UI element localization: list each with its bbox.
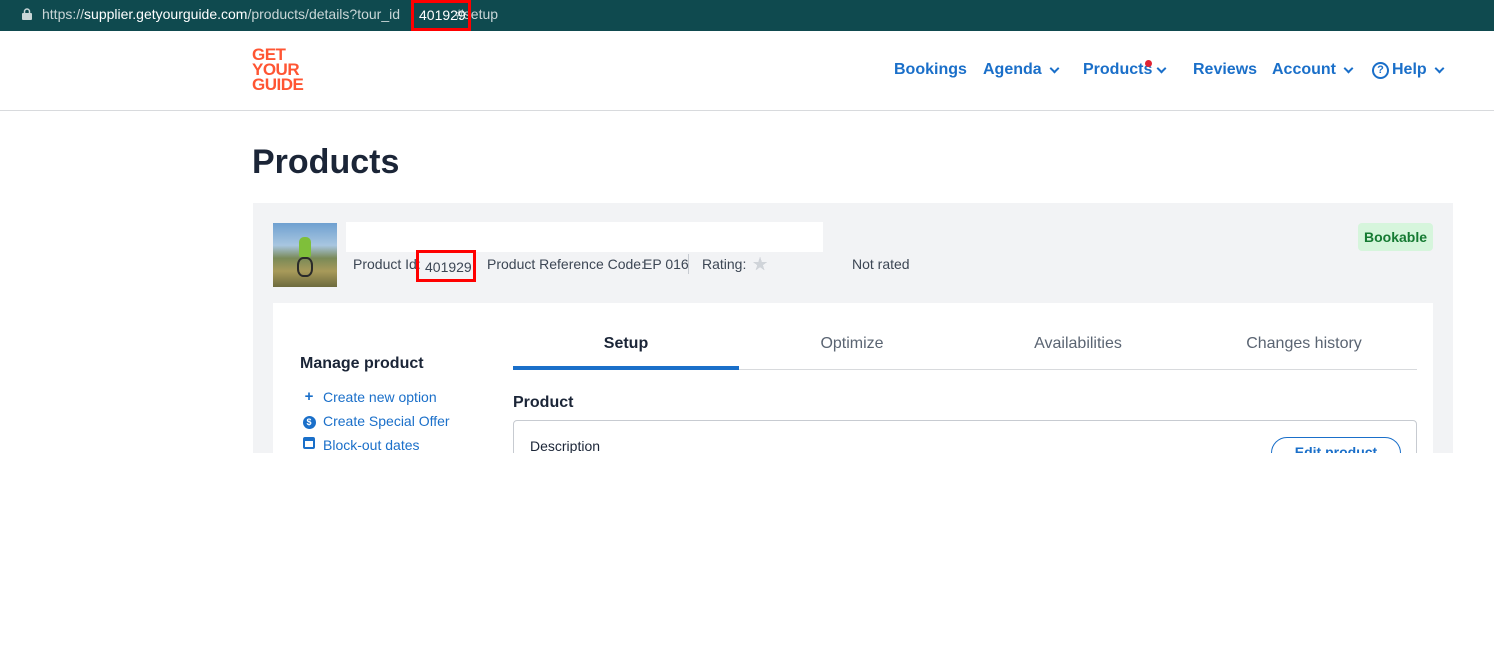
edit-product-button[interactable]: Edit product [1271,437,1401,453]
manage-product-title: Manage product [300,355,424,372]
chevron-down-icon [1434,63,1445,73]
chevron-down-icon [1343,63,1354,73]
page-title: Products [252,143,400,181]
product-tabs: Setup Optimize Availabilities Changes hi… [513,323,1417,370]
url-id-highlight: 401929 [411,0,471,31]
nav-reviews[interactable]: Reviews [1193,61,1257,79]
calendar-icon [303,437,315,449]
browser-url-bar[interactable]: https://supplier.getyourguide.com/produc… [0,0,1494,31]
rating-value: Not rated [852,256,910,272]
lock-icon [22,8,32,20]
status-badge: Bookable [1358,223,1433,251]
rating-label: Rating: [702,256,747,272]
tab-optimize[interactable]: Optimize [739,335,965,353]
create-special-offer-link[interactable]: $ Create Special Offer [302,412,450,429]
getyourguide-logo[interactable]: GET YOUR GUIDE [252,46,314,93]
star-icon: ★ [752,254,769,274]
product-title-redacted [346,222,823,252]
product-card: Manage product + Create new option $ Cre… [273,303,1433,453]
product-ref-value: EP 016 [643,256,689,272]
product-id-value: 401929 [425,259,472,275]
section-title: Product [513,394,574,411]
tab-changes-history[interactable]: Changes history [1191,335,1417,353]
question-icon: ? [1372,61,1389,79]
nav-products[interactable]: Products [1083,60,1167,79]
special-offer-icon: $ [302,416,316,429]
divider [688,254,689,274]
description-box: Description Edit product [513,420,1417,453]
tab-availabilities[interactable]: Availabilities [965,335,1191,353]
nav-help[interactable]: ? Help [1372,61,1445,79]
site-header: GET YOUR GUIDE Bookings Agenda Products … [0,31,1494,111]
product-panel: Product Id: Product Reference Code: EP 0… [253,203,1453,453]
tab-setup[interactable]: Setup [513,335,739,353]
product-id-label: Product Id: [353,256,421,272]
nav-account[interactable]: Account [1272,61,1354,79]
chevron-down-icon [1049,63,1060,73]
product-thumbnail[interactable] [273,223,337,287]
nav-agenda[interactable]: Agenda [983,61,1060,79]
product-ref-label: Product Reference Code: [487,256,645,272]
notification-dot [1145,60,1152,67]
chevron-down-icon [1156,63,1167,73]
plus-icon: + [304,388,314,405]
block-out-dates-link[interactable]: Block-out dates [302,436,420,453]
nav-bookings[interactable]: Bookings [894,61,967,79]
create-new-option-link[interactable]: + Create new option [302,388,437,405]
product-id-highlight: 401929 [416,250,476,282]
active-tab-indicator [513,366,739,370]
description-label: Description [530,438,601,453]
